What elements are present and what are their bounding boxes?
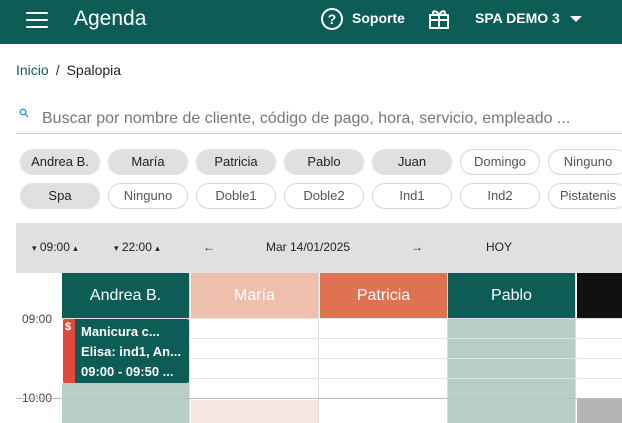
employee-column: María [191, 273, 319, 423]
time-slot[interactable] [191, 378, 318, 398]
unavailable-block [191, 400, 318, 423]
chip-employee-maria[interactable]: María [108, 149, 188, 175]
time-slot[interactable] [577, 318, 622, 338]
time-slot[interactable] [191, 358, 318, 378]
chip-room-ind1[interactable]: Ind1 [372, 183, 452, 209]
calendar-grid: 09:00 10:00 Andrea B. María Patricia Pab… [16, 273, 622, 423]
dollar-icon: $ [65, 321, 72, 333]
appointment-service: Manicura c... [81, 324, 160, 339]
column-body[interactable] [191, 318, 318, 423]
chip-room-ind2[interactable]: Ind2 [460, 183, 540, 209]
gift-icon[interactable] [428, 9, 450, 29]
start-time-value: 09:00 [39, 240, 70, 254]
time-slot[interactable] [191, 318, 318, 338]
appointment-card[interactable]: $ Manicura c... Elisa: ind1, An... 09:00… [63, 319, 189, 383]
time-slot[interactable] [577, 338, 622, 358]
search-bar [16, 104, 622, 134]
support-button[interactable]: Soporte [352, 10, 405, 26]
time-slot[interactable] [191, 338, 318, 358]
column-header: Andrea B. [62, 273, 189, 318]
end-time-select[interactable]: ▾ 22:00 ▴ [114, 240, 160, 255]
page-title: Agenda [74, 7, 147, 30]
column-body[interactable] [320, 318, 447, 423]
chip-room-doble1[interactable]: Doble1 [196, 183, 276, 209]
search-input[interactable] [42, 106, 617, 132]
hour-label: 09:00 [22, 312, 53, 326]
start-time-select[interactable]: ▾ 09:00 ▴ [32, 240, 78, 255]
chip-room-ninguno[interactable]: Ninguno [108, 183, 188, 209]
time-slot[interactable] [320, 378, 447, 398]
help-circle-icon[interactable]: ? [321, 8, 343, 30]
search-icon [19, 108, 29, 118]
breadcrumb-home-link[interactable]: Inicio [16, 62, 49, 78]
caret-down-icon: ▾ [114, 243, 119, 253]
employee-column: Patricia [320, 273, 448, 423]
breadcrumb-separator: / [55, 62, 60, 78]
breadcrumb-current: Spalopia [66, 62, 122, 78]
chip-employee-andrea[interactable]: Andrea B. [20, 149, 100, 175]
employee-filter-chips: Andrea B. María Patricia Pablo Juan Domi… [20, 149, 622, 177]
appointment-time: 09:00 - 09:50 ... [81, 364, 174, 379]
chip-room-pistatenis[interactable]: Pistatenis [548, 183, 622, 209]
unavailable-block [62, 383, 189, 423]
time-slot[interactable] [577, 378, 622, 398]
today-button[interactable]: HOY [486, 240, 512, 254]
chip-employee-domingo[interactable]: Domingo [460, 149, 540, 175]
previous-day-button[interactable]: ← [203, 240, 215, 254]
chip-room-doble2[interactable]: Doble2 [284, 183, 364, 209]
menu-icon[interactable] [26, 12, 48, 30]
chip-room-spa[interactable]: Spa [20, 183, 100, 209]
caret-up-icon: ▴ [155, 243, 160, 253]
column-body[interactable] [448, 318, 575, 423]
calendar-toolbar: ▾ 09:00 ▴ ▾ 22:00 ▴ ← Mar 14/01/2025 → H… [16, 223, 622, 273]
column-header: Pablo [448, 273, 575, 318]
chip-employee-pablo[interactable]: Pablo [284, 149, 364, 175]
time-slot[interactable] [320, 318, 447, 338]
top-app-bar: Agenda ? Soporte SPA DEMO 3 [0, 0, 622, 44]
time-column: 09:00 10:00 [16, 273, 62, 423]
time-slot[interactable] [448, 398, 575, 418]
caret-down-icon: ▾ [32, 243, 37, 253]
end-time-value: 22:00 [121, 240, 152, 254]
caret-down-icon[interactable] [570, 16, 582, 22]
next-day-button[interactable]: → [411, 240, 423, 254]
time-slot[interactable] [320, 398, 447, 418]
time-slot[interactable] [577, 358, 622, 378]
time-slot[interactable] [448, 338, 575, 358]
date-label[interactable]: Mar 14/01/2025 [266, 240, 350, 254]
chip-employee-juan[interactable]: Juan [372, 149, 452, 175]
column-header [577, 273, 622, 318]
time-slot[interactable] [448, 378, 575, 398]
appointment-client: Elisa: ind1, An... [81, 344, 181, 359]
column-header: María [191, 273, 318, 318]
hour-divider [16, 398, 622, 399]
employee-column [577, 273, 622, 423]
caret-up-icon: ▴ [73, 243, 78, 253]
chip-employee-ninguno[interactable]: Ninguno [548, 149, 622, 175]
employee-column: Pablo [448, 273, 576, 423]
payment-flag: $ [63, 319, 75, 383]
time-slot[interactable] [320, 338, 447, 358]
account-selector[interactable]: SPA DEMO 3 [475, 10, 560, 26]
time-slot[interactable] [320, 358, 447, 378]
breadcrumb: Inicio / Spalopia [16, 62, 121, 78]
column-header: Patricia [320, 273, 447, 318]
room-filter-chips: Spa Ninguno Doble1 Doble2 Ind1 Ind2 Pist… [20, 183, 622, 211]
time-slot[interactable] [448, 358, 575, 378]
unavailable-block [577, 399, 622, 423]
column-body[interactable] [577, 318, 622, 423]
chip-employee-patricia[interactable]: Patricia [196, 149, 276, 175]
time-slot[interactable] [448, 318, 575, 338]
